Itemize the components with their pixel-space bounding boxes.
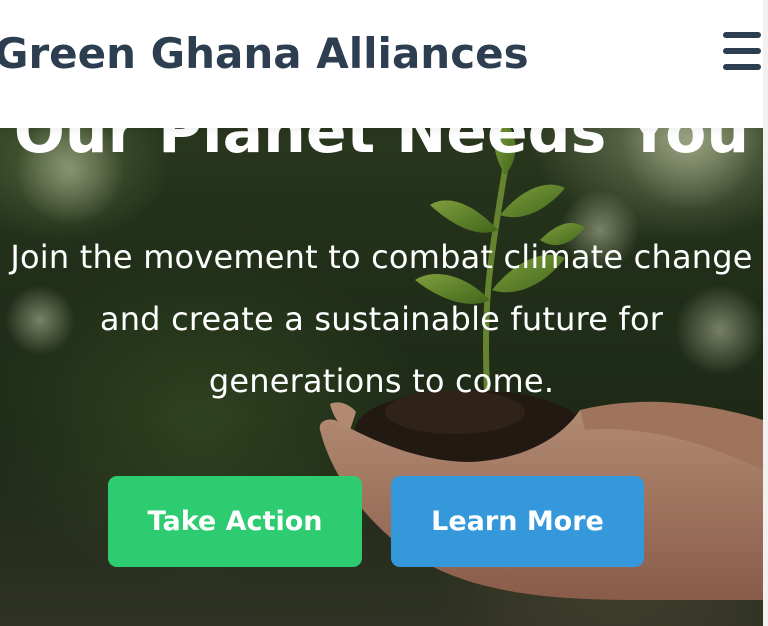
hamburger-menu-icon[interactable] xyxy=(720,32,764,72)
menu-bar xyxy=(723,32,761,38)
site-header: Green Ghana Alliances xyxy=(0,0,763,128)
brand-logo-text[interactable]: Green Ghana Alliances xyxy=(0,24,529,84)
menu-bar xyxy=(723,64,761,70)
menu-bar xyxy=(723,48,761,54)
take-action-button[interactable]: Take Action xyxy=(108,476,362,567)
hero-subtitle: Join the movement to combat climate chan… xyxy=(10,238,753,400)
scrollbar[interactable] xyxy=(763,0,768,626)
learn-more-button[interactable]: Learn More xyxy=(391,476,644,567)
